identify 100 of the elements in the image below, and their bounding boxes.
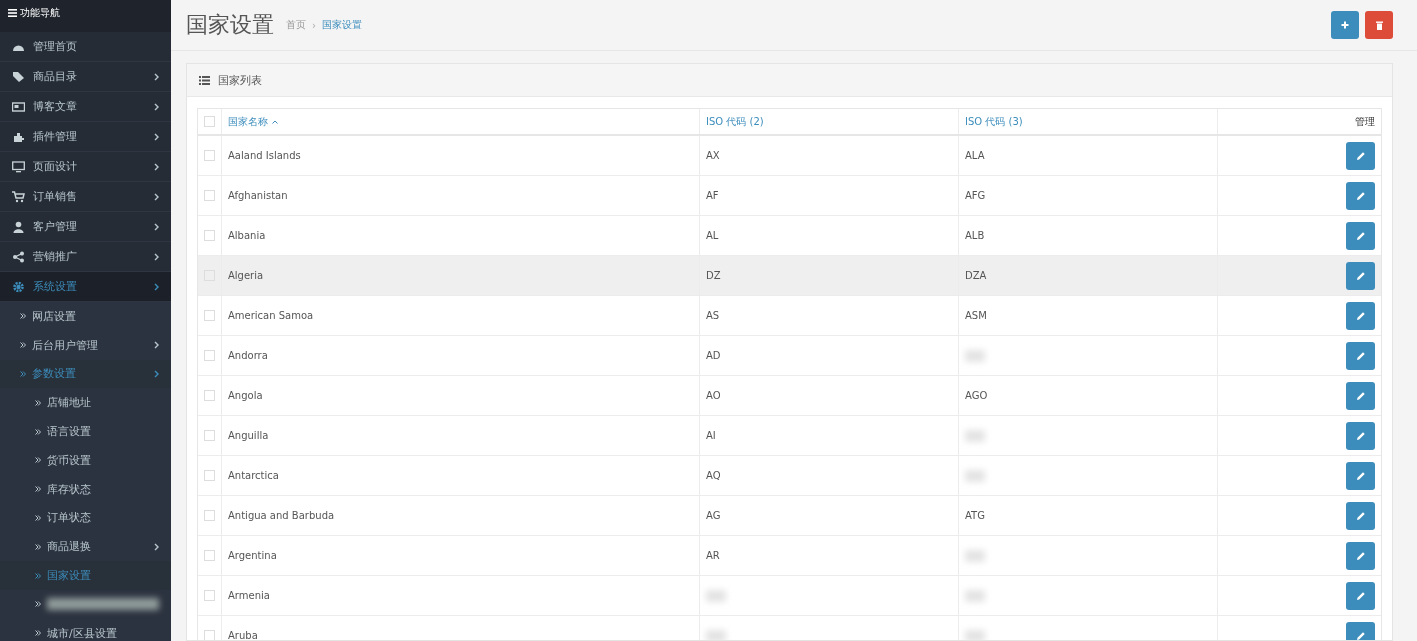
row-checkbox[interactable] — [204, 350, 215, 361]
double-chevron-icon — [20, 371, 26, 377]
row-checkbox[interactable] — [204, 590, 215, 601]
sidebar-item[interactable]: 营销推广 — [0, 242, 171, 272]
menu-icon[interactable] — [8, 9, 17, 17]
sidebar-item[interactable]: 页面设计 — [0, 152, 171, 182]
sidebar-item[interactable]: 博客文章 — [0, 92, 171, 122]
table-cell: AF — [706, 190, 719, 201]
list-icon — [199, 75, 210, 85]
sidebar-item[interactable]: 国家设置 — [0, 561, 171, 590]
menu-item-icon — [12, 130, 25, 143]
row-checkbox[interactable] — [204, 230, 215, 241]
row-checkbox[interactable] — [204, 510, 215, 521]
chevron-right-icon — [154, 132, 159, 141]
double-chevron-icon — [35, 514, 41, 521]
table-cell: Antarctica — [228, 470, 279, 481]
table-cell: AGO — [965, 390, 988, 401]
sidebar-item[interactable]: 商品目录 — [0, 62, 171, 92]
chevron-right-icon — [154, 370, 159, 378]
edit-button[interactable] — [1346, 581, 1375, 610]
chevron-right-icon — [154, 222, 159, 231]
sidebar-item[interactable]: 客户管理 — [0, 212, 171, 242]
edit-button[interactable] — [1346, 301, 1375, 330]
table-cell: AFG — [965, 190, 986, 201]
edit-button[interactable] — [1346, 261, 1375, 290]
add-button[interactable] — [1331, 11, 1359, 39]
table-cell: Albania — [228, 230, 266, 241]
double-chevron-icon — [20, 313, 26, 320]
chevron-right-icon — [154, 252, 159, 261]
breadcrumb-separator: › — [312, 19, 316, 31]
chevron-right-icon — [154, 72, 159, 81]
table-cell: ALA — [965, 150, 985, 161]
edit-button[interactable] — [1346, 501, 1375, 530]
double-chevron-icon — [20, 342, 26, 349]
table-cell: DZA — [965, 270, 987, 281]
table-cell: Andorra — [228, 350, 268, 361]
pencil-icon — [1355, 390, 1366, 401]
column-header[interactable]: 国家名称 — [228, 114, 268, 129]
pencil-icon — [1355, 190, 1366, 201]
row-checkbox[interactable] — [204, 550, 215, 561]
table-cell: ALB — [965, 230, 985, 241]
edit-button[interactable] — [1346, 341, 1375, 370]
double-chevron-icon — [35, 572, 41, 579]
table-cell: Argentina — [228, 550, 277, 561]
table-cell: DZ — [706, 270, 721, 281]
sidebar-item[interactable]: 订单销售 — [0, 182, 171, 212]
column-header: 管理 — [1355, 114, 1375, 129]
double-chevron-icon — [35, 486, 41, 493]
row-checkbox[interactable] — [204, 310, 215, 321]
table-cell: AL — [706, 230, 719, 241]
menu-item-icon — [12, 220, 25, 233]
table-cell: Aaland Islands — [228, 150, 301, 161]
double-chevron-icon — [35, 601, 41, 608]
trash-icon — [1375, 20, 1383, 30]
chevron-right-icon — [154, 102, 159, 111]
breadcrumb-link[interactable]: 国家设置 — [322, 18, 362, 32]
pencil-icon — [1355, 270, 1366, 281]
pencil-icon — [1355, 590, 1366, 601]
double-chevron-icon — [35, 630, 41, 637]
table-cell: ASM — [965, 310, 987, 321]
chevron-right-icon — [154, 162, 159, 171]
sidebar-item[interactable]: 参数设置 — [0, 359, 171, 389]
table-cell: AO — [706, 390, 721, 401]
edit-button[interactable] — [1346, 381, 1375, 410]
edit-button[interactable] — [1346, 461, 1375, 490]
table-cell: AI — [706, 430, 716, 441]
pencil-icon — [1355, 470, 1366, 481]
double-chevron-icon — [35, 457, 41, 464]
row-checkbox[interactable] — [204, 150, 215, 161]
select-all-checkbox[interactable] — [204, 116, 215, 127]
table-cell: Algeria — [228, 270, 264, 281]
row-checkbox[interactable] — [204, 430, 215, 441]
edit-button[interactable] — [1346, 541, 1375, 570]
edit-button[interactable] — [1346, 181, 1375, 210]
edit-button[interactable] — [1346, 421, 1375, 450]
delete-button[interactable] — [1365, 11, 1393, 39]
sidebar-item[interactable]: 插件管理 — [0, 122, 171, 152]
pencil-icon — [1355, 430, 1366, 441]
pencil-icon — [1355, 550, 1366, 561]
panel-title: 国家列表 — [218, 72, 262, 88]
edit-button[interactable] — [1346, 221, 1375, 250]
table-cell: Armenia — [228, 590, 270, 601]
table-cell: AR — [706, 550, 720, 561]
menu-item-icon — [12, 190, 25, 203]
table-cell: ATG — [965, 510, 985, 521]
chevron-right-icon — [154, 282, 159, 291]
sidebar-item[interactable]: 管理首页 — [0, 32, 171, 62]
edit-button[interactable] — [1346, 141, 1375, 170]
chevron-right-icon — [154, 542, 159, 551]
row-checkbox[interactable] — [204, 190, 215, 201]
column-header[interactable]: ISO 代码 (2) — [706, 114, 764, 129]
table-cell: AQ — [706, 470, 721, 481]
menu-item-icon — [12, 280, 25, 293]
sidebar-title: 功能导航 — [20, 6, 60, 20]
row-checkbox[interactable] — [204, 470, 215, 481]
row-checkbox[interactable] — [204, 390, 215, 401]
sidebar-item[interactable]: 系统设置 — [0, 272, 171, 302]
column-header[interactable]: ISO 代码 (3) — [965, 114, 1023, 129]
menu-item-icon — [12, 70, 25, 83]
row-checkbox[interactable] — [204, 630, 215, 640]
